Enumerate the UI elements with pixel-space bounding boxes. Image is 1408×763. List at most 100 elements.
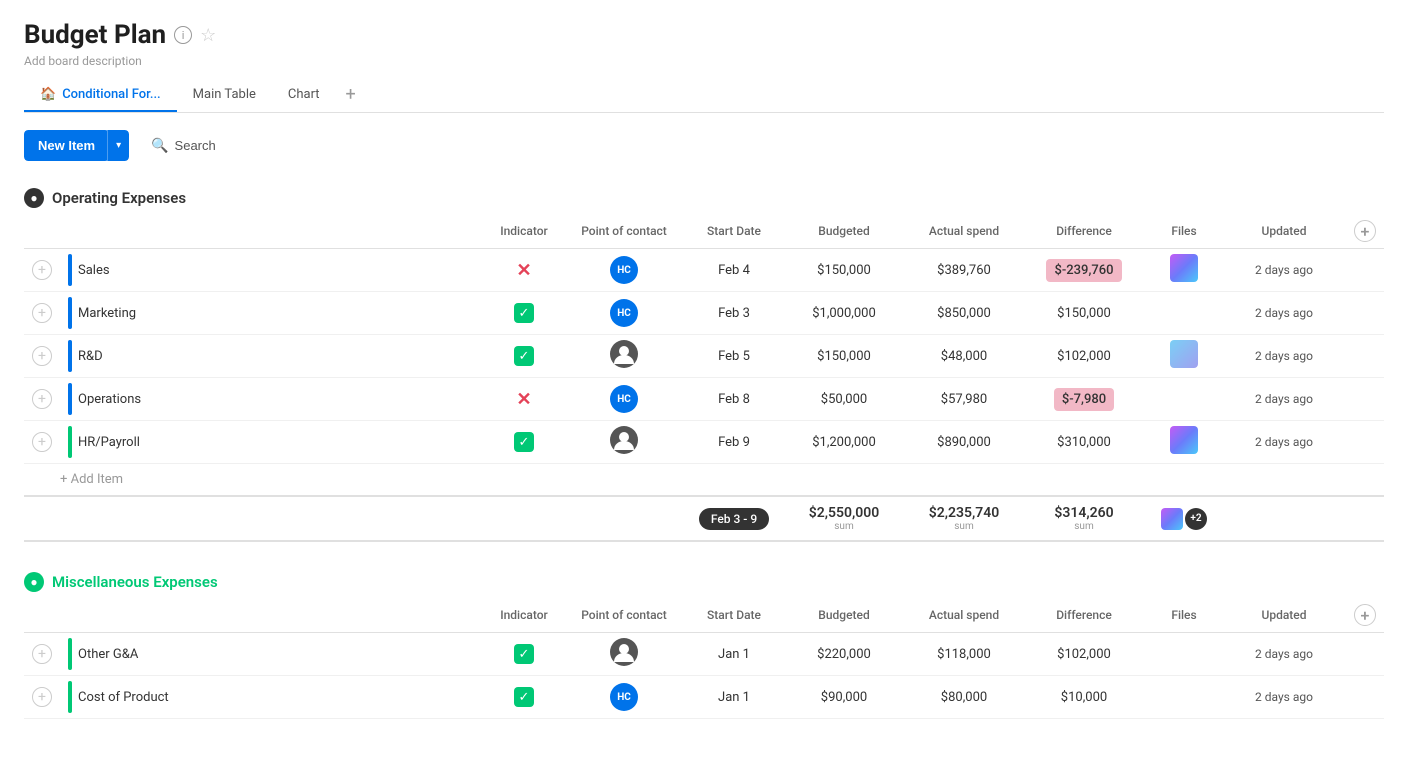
file-thumbnail[interactable] — [1170, 426, 1198, 454]
summary-budgeted: $2,550,000 sum — [784, 496, 904, 541]
add-row-icon[interactable]: + — [32, 432, 52, 452]
operating-expenses-table: Indicator Point of contact Start Date Bu… — [24, 214, 1384, 542]
star-icon[interactable]: ☆ — [200, 25, 216, 46]
row-difference: $-7,980 — [1024, 378, 1144, 421]
check-icon: ✓ — [514, 346, 534, 366]
page-title: Budget Plan — [24, 20, 166, 50]
row-start-date: Jan 1 — [684, 676, 784, 719]
tab-main-table[interactable]: Main Table — [177, 79, 272, 112]
difference-value: $102,000 — [1057, 647, 1111, 662]
row-bar — [68, 681, 72, 713]
row-indicator-cell[interactable]: ✓ — [484, 292, 564, 335]
th-difference: Difference — [1024, 214, 1144, 249]
row-files[interactable] — [1144, 249, 1224, 292]
table-row: + R&D ✓ Feb 5 $150,000 $48,000 $102,000 … — [24, 335, 1384, 378]
row-actual-spend: $57,980 — [904, 378, 1024, 421]
row-actual-spend: $118,000 — [904, 633, 1024, 676]
new-item-dropdown[interactable]: ▾ — [107, 130, 129, 161]
th-name — [60, 214, 484, 249]
board-description[interactable]: Add board description — [24, 54, 1384, 68]
row-start-date: Jan 1 — [684, 633, 784, 676]
add-item-cell[interactable]: + Add Item — [24, 464, 1384, 497]
row-contact-cell[interactable]: HC — [564, 249, 684, 292]
table-row: + Sales ✕ HC Feb 4 $150,000 $389,760 $-2… — [24, 249, 1384, 292]
row-updated: 2 days ago — [1224, 421, 1344, 464]
summary-actual: $2,235,740 sum — [904, 496, 1024, 541]
add-row-icon[interactable]: + — [32, 346, 52, 366]
avatar: HC — [610, 256, 638, 284]
th-files: Files — [1144, 214, 1224, 249]
section-toggle-misc[interactable]: ● — [24, 572, 44, 592]
row-indicator-cell[interactable]: ✓ — [484, 335, 564, 378]
new-item-button[interactable]: New Item — [24, 130, 109, 161]
summary-file-thumb1[interactable] — [1161, 508, 1183, 530]
row-budgeted: $50,000 — [784, 378, 904, 421]
file-thumbnail[interactable] — [1170, 254, 1198, 282]
summary-row: Feb 3 - 9 $2,550,000 sum $2,235,740 sum … — [24, 496, 1384, 541]
th-actual-spend-misc: Actual spend — [904, 598, 1024, 633]
operating-expenses-header: ● Operating Expenses — [24, 182, 1384, 214]
row-add-cell: + — [24, 335, 60, 378]
section-toggle-operating[interactable]: ● — [24, 188, 44, 208]
row-indicator-cell[interactable]: ✓ — [484, 633, 564, 676]
row-files[interactable] — [1144, 335, 1224, 378]
tab-conditional[interactable]: 🏠 Conditional For... — [24, 79, 177, 112]
row-contact-cell[interactable]: HC — [564, 378, 684, 421]
row-contact-cell[interactable] — [564, 421, 684, 464]
row-updated: 2 days ago — [1224, 633, 1344, 676]
row-files[interactable] — [1144, 378, 1224, 421]
row-name-cell: Sales — [60, 249, 484, 292]
row-bar — [68, 638, 72, 670]
row-actual-spend: $80,000 — [904, 676, 1024, 719]
row-add-cell: + — [24, 249, 60, 292]
row-files[interactable] — [1144, 292, 1224, 335]
add-row-icon[interactable]: + — [32, 389, 52, 409]
row-contact-cell[interactable] — [564, 335, 684, 378]
row-indicator-cell[interactable]: ✕ — [484, 378, 564, 421]
add-item-row[interactable]: + Add Item — [24, 464, 1384, 497]
row-extra — [1344, 249, 1384, 292]
add-row-icon[interactable]: + — [32, 687, 52, 707]
check-icon: ✓ — [514, 687, 534, 707]
avatar: HC — [610, 683, 638, 711]
th-updated-misc: Updated — [1224, 598, 1344, 633]
add-row-icon[interactable]: + — [32, 303, 52, 323]
add-column-button[interactable]: + — [1354, 220, 1376, 242]
row-contact-cell[interactable]: HC — [564, 292, 684, 335]
row-extra — [1344, 378, 1384, 421]
miscellaneous-expenses-section: ● Miscellaneous Expenses Indicator Point… — [24, 566, 1384, 719]
difference-value: $10,000 — [1061, 690, 1107, 705]
add-row-icon[interactable]: + — [32, 644, 52, 664]
check-icon: ✓ — [514, 644, 534, 664]
search-button[interactable]: 🔍 Search — [139, 129, 228, 162]
add-column-button-misc[interactable]: + — [1354, 604, 1376, 626]
info-icon[interactable]: i — [174, 26, 192, 44]
th-difference-misc: Difference — [1024, 598, 1144, 633]
row-files[interactable] — [1144, 421, 1224, 464]
row-files[interactable] — [1144, 633, 1224, 676]
add-row-icon[interactable]: + — [32, 260, 52, 280]
tab-add-button[interactable]: + — [336, 78, 366, 112]
table-row: + Marketing ✓ HC Feb 3 $1,000,000 $850,0… — [24, 292, 1384, 335]
th-add-misc — [24, 598, 60, 633]
row-start-date: Feb 9 — [684, 421, 784, 464]
row-name-cell: Cost of Product — [60, 676, 484, 719]
row-start-date: Feb 3 — [684, 292, 784, 335]
row-start-date: Feb 8 — [684, 378, 784, 421]
file-thumbnail[interactable] — [1170, 340, 1198, 368]
th-name-misc — [60, 598, 484, 633]
row-files[interactable] — [1144, 676, 1224, 719]
row-indicator-cell[interactable]: ✕ — [484, 249, 564, 292]
summary-empty — [24, 496, 684, 541]
row-indicator-cell[interactable]: ✓ — [484, 676, 564, 719]
row-indicator-cell[interactable]: ✓ — [484, 421, 564, 464]
person-icon — [610, 340, 638, 368]
check-icon: ✓ — [514, 303, 534, 323]
person-icon — [610, 638, 638, 666]
tab-chart[interactable]: Chart — [272, 79, 336, 112]
row-budgeted: $1,000,000 — [784, 292, 904, 335]
row-contact-cell[interactable]: HC — [564, 676, 684, 719]
row-contact-cell[interactable] — [564, 633, 684, 676]
row-name: Operations — [78, 392, 141, 407]
row-bar — [68, 383, 72, 415]
